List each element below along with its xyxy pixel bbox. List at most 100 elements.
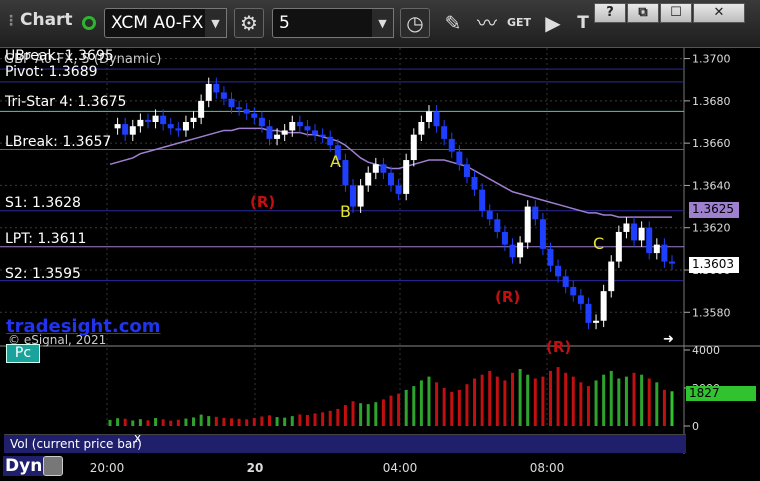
volume-bar (313, 413, 317, 426)
price-bar (524, 206, 531, 243)
volume-bar (511, 372, 515, 426)
volume-bar (138, 419, 142, 426)
marker-c: C (593, 234, 605, 253)
volume-bar (374, 402, 378, 426)
maximize-button[interactable]: ☐ (660, 3, 692, 23)
price-bar (160, 115, 167, 125)
volume-bar (609, 370, 613, 426)
clock-icon: ◷ (406, 11, 424, 35)
price-bar (388, 172, 394, 186)
volume-bar (230, 418, 234, 426)
price-bar (220, 92, 227, 99)
price-bar (114, 124, 121, 129)
price-bar (319, 134, 326, 137)
price-bar (631, 223, 638, 241)
help-button[interactable]: ? (594, 3, 626, 23)
current-volume-badge: 1827 (686, 386, 756, 401)
price-bar (266, 126, 273, 139)
volume-bar (556, 367, 560, 426)
volume-tick-label: 4000 (692, 344, 720, 357)
link-status-icon[interactable] (82, 16, 96, 30)
volume-bar (548, 370, 552, 426)
volume-bar (366, 404, 370, 426)
volume-bar (214, 416, 218, 426)
interval-dropdown-icon[interactable]: ▼ (372, 8, 394, 38)
price-bar (236, 107, 243, 110)
time-tick-label: 04:00 (383, 461, 418, 475)
volume-bar (503, 380, 507, 426)
close-window-button[interactable]: ✕ (693, 3, 745, 23)
price-tick-label: 1.3680 (692, 95, 731, 108)
price-bar (228, 98, 235, 108)
price-bar (251, 113, 258, 118)
level-label-lbreak: LBreak: 1.3657 (5, 134, 112, 150)
price-bar (213, 83, 220, 93)
level-label-tristar: Tri-Star 4: 1.3675 (5, 94, 127, 110)
price-bar (608, 261, 615, 292)
volume-bar (495, 376, 499, 426)
lock-icon[interactable] (43, 456, 63, 476)
volume-bar (184, 418, 188, 426)
volume-bar (617, 378, 621, 426)
chart-area[interactable]: 1.37001.36801.36601.36401.36201.36001.35… (0, 48, 760, 481)
symbol-dropdown-icon[interactable]: ▼ (205, 8, 227, 38)
price-bar (380, 164, 387, 173)
volume-bar (640, 374, 644, 426)
price-bar (456, 151, 463, 165)
marker-a: A (330, 152, 341, 171)
price-bar (585, 303, 592, 323)
price-bar (615, 231, 622, 262)
settings-button[interactable]: ⚙ (234, 8, 264, 38)
restore-button[interactable]: ⧉ (627, 3, 659, 23)
get-data-icon[interactable]: GET (506, 10, 532, 36)
price-bar (653, 244, 660, 254)
price-chart-svg[interactable]: 1.37001.36801.36601.36401.36201.36001.35… (0, 48, 760, 481)
volume-bar (275, 417, 279, 426)
volume-bar (336, 408, 340, 426)
r-mark-2: (R) (495, 288, 521, 306)
volume-bar (480, 374, 484, 426)
price-bar (448, 138, 455, 152)
price-tick-label: 1.3700 (692, 53, 731, 66)
volume-bar (123, 418, 127, 426)
price-bar (327, 136, 334, 146)
price-bar (281, 130, 288, 135)
price-bar (395, 185, 402, 194)
volume-bar (602, 374, 606, 426)
price-bar (539, 219, 546, 249)
time-button[interactable]: ◷ (400, 8, 430, 38)
drawing-tools-icon[interactable]: 〰 (474, 10, 500, 36)
volume-close-button[interactable]: x (134, 431, 141, 445)
time-tick-label: 20:00 (90, 461, 125, 475)
grip-icon[interactable]: ⋮ (4, 13, 18, 29)
volume-bar (146, 420, 150, 426)
play-icon[interactable]: ▶ (540, 10, 566, 36)
volume-caption: Vol (current price bar) (4, 434, 686, 453)
level-label-s2: S2: 1.3595 (5, 266, 81, 282)
time-tick-label: 08:00 (530, 461, 565, 475)
price-bar (243, 109, 250, 114)
volume-bar (267, 415, 271, 426)
volume-bar (526, 374, 530, 426)
price-bar (517, 242, 524, 258)
volume-bar (404, 389, 408, 426)
copyright-label: © eSignal, 2021 (8, 333, 107, 347)
volume-bar (647, 378, 651, 426)
volume-bar (662, 389, 666, 426)
volume-bar (381, 399, 385, 426)
volume-bar (579, 382, 583, 426)
price-bar (372, 164, 379, 173)
volume-bar (518, 369, 522, 426)
pencil-icon[interactable]: ✎ (440, 10, 466, 36)
volume-bar (161, 419, 165, 426)
help-label: ? (606, 5, 614, 20)
volume-bar (586, 386, 590, 426)
price-bar (198, 100, 205, 118)
price-bar (274, 134, 281, 139)
price-tick-label: 1.3660 (692, 137, 731, 150)
text-tool-icon[interactable]: T (570, 10, 596, 36)
scroll-to-end-icon[interactable]: ➜ (663, 332, 674, 347)
volume-bar (533, 378, 537, 426)
price-bar (357, 185, 364, 207)
volume-bar (397, 393, 401, 426)
